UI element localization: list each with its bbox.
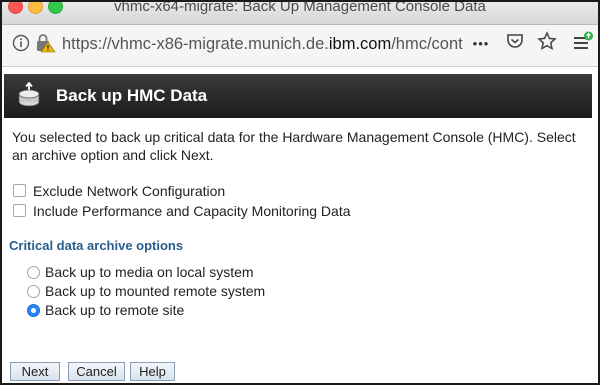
url-suffix: /hmc/cont (391, 35, 463, 53)
database-backup-icon (16, 81, 44, 115)
include-performance-label: Include Performance and Capacity Monitor… (33, 203, 351, 219)
backup-local-radio[interactable] (27, 266, 40, 279)
exclude-network-checkbox[interactable] (13, 184, 26, 197)
backup-remote-site-option[interactable]: Back up to remote site (27, 302, 184, 318)
cancel-button[interactable]: Cancel (68, 362, 125, 381)
next-button[interactable]: Next (10, 362, 60, 381)
exclude-network-label: Exclude Network Configuration (33, 183, 226, 199)
backup-local-option[interactable]: Back up to media on local system (27, 264, 254, 280)
insecure-lock-icon[interactable] (34, 33, 56, 58)
backup-mounted-radio[interactable] (27, 285, 40, 298)
close-window-button[interactable] (8, 2, 23, 14)
backup-mounted-label: Back up to mounted remote system (45, 283, 266, 299)
backup-remote-site-label: Back up to remote site (45, 302, 185, 318)
backup-local-label: Back up to media on local system (45, 264, 254, 280)
pocket-icon[interactable] (502, 31, 528, 57)
url-text[interactable]: https://vhmc-x86-migrate.munich.de.ibm.c… (62, 35, 464, 54)
page-actions-button[interactable]: ••• (468, 31, 494, 57)
help-button[interactable]: Help (130, 362, 175, 381)
info-icon[interactable] (12, 34, 30, 57)
window-titlebar: vhmc-x64-migrate: Back Up Management Con… (2, 2, 598, 25)
url-domain: ibm.com (328, 35, 392, 53)
page-header: Back up HMC Data (4, 74, 592, 118)
bookmark-star-icon[interactable] (534, 31, 560, 57)
section-title: Critical data archive options (9, 238, 184, 253)
page-title: Back up HMC Data (56, 86, 208, 105)
zoom-window-button[interactable] (48, 2, 63, 14)
menu-icon[interactable] (570, 31, 596, 57)
backup-mounted-option[interactable]: Back up to mounted remote system (27, 283, 265, 299)
url-prefix: https://vhmc-x86-migrate.munich.de. (62, 35, 329, 53)
minimize-window-button[interactable] (28, 2, 43, 14)
backup-remote-site-radio[interactable] (27, 304, 40, 317)
intro-text: You selected to back up critical data fo… (12, 129, 576, 163)
browser-window: vhmc-x64-migrate: Back Up Management Con… (0, 0, 600, 385)
include-performance-checkbox[interactable] (13, 204, 26, 217)
exclude-network-checkbox-row[interactable]: Exclude Network Configuration (13, 183, 225, 199)
address-bar[interactable]: https://vhmc-x86-migrate.munich.de.ibm.c… (2, 25, 598, 67)
window-title: vhmc-x64-migrate: Back Up Management Con… (114, 0, 486, 15)
include-performance-checkbox-row[interactable]: Include Performance and Capacity Monitor… (13, 203, 351, 219)
